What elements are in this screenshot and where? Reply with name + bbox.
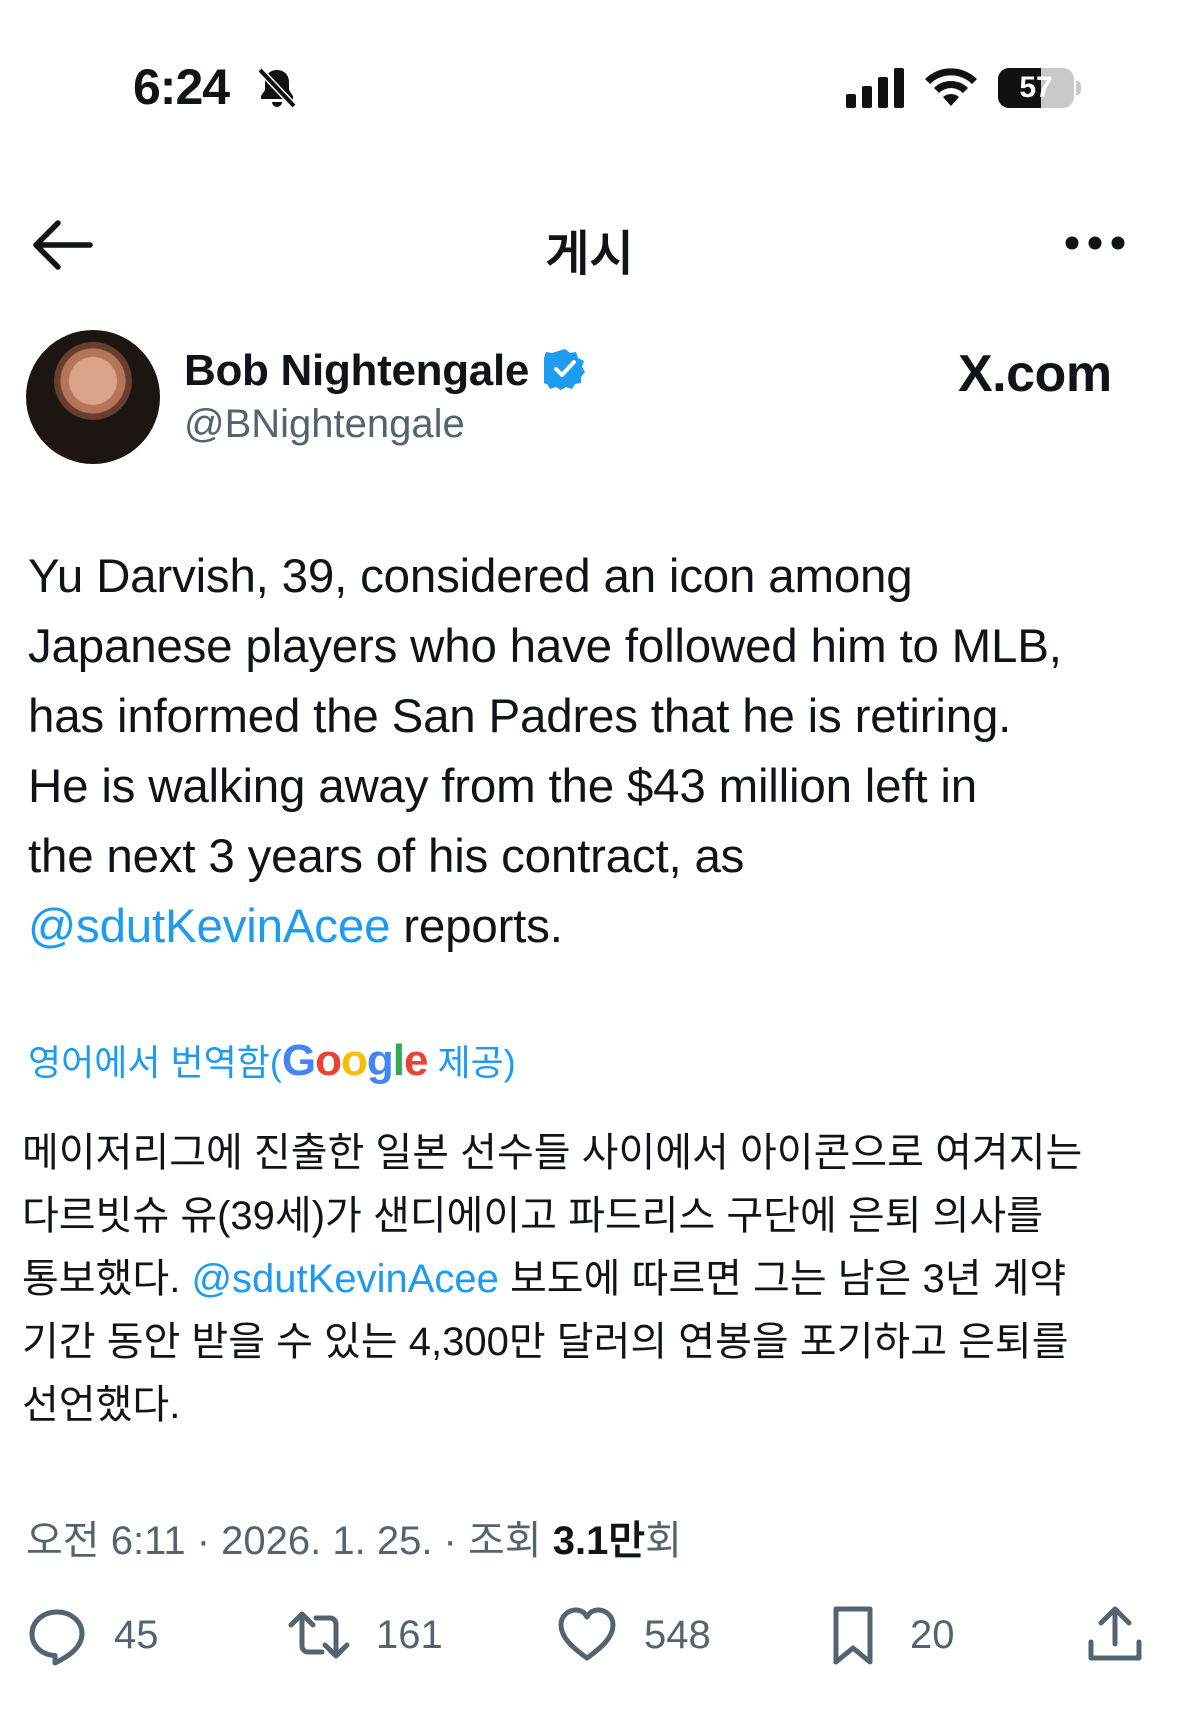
bookmark-button[interactable]: 20 [822, 1602, 955, 1668]
tweet-line: He is walking away from the $43 million … [28, 760, 977, 813]
translation-label-prefix: 영어에서 번역함( [28, 1042, 282, 1083]
translated-line: 선언했다. [22, 1383, 181, 1427]
translated-line-prefix: 통보했다. [22, 1257, 192, 1301]
google-letter: g [366, 1036, 394, 1085]
google-letter: o [340, 1036, 368, 1085]
google-letter: G [281, 1036, 316, 1085]
source-label: X.com [958, 345, 1112, 403]
page-title: 게시 [545, 228, 634, 281]
tweet-line: has informed the San Padres that he is r… [28, 690, 1012, 743]
translated-line: 통보했다. @sdutKevinAcee 보도에 따르면 그는 남은 3년 계약 [22, 1248, 1162, 1311]
reply-count: 45 [114, 1612, 159, 1657]
cellular-signal-icon [846, 68, 904, 108]
status-time: 6:24 [133, 59, 230, 115]
google-logo: Google [281, 1036, 429, 1085]
like-count: 548 [644, 1612, 711, 1657]
tweet-text: Yu Darvish, 39, considered an icon among… [28, 542, 1158, 962]
mention-link[interactable]: @sdutKevinAcee [191, 1257, 498, 1301]
mention-link[interactable]: @sdutKevinAcee [28, 900, 390, 953]
google-letter: o [315, 1036, 342, 1085]
share-icon[interactable] [1084, 1604, 1146, 1666]
translation-label[interactable]: 영어에서 번역함(Google 제공) [28, 1034, 516, 1086]
translation-label-suffix: 제공) [427, 1042, 516, 1083]
repost-button[interactable]: 161 [288, 1602, 443, 1668]
google-letter: e [403, 1036, 429, 1085]
author-handle[interactable]: @BNightengale [184, 402, 465, 447]
tweet-line: @sdutKevinAcee reports. [28, 892, 1158, 962]
translated-line: 메이저리그에 진출한 일본 선수들 사이에서 아이콘으로 여겨지는 [22, 1131, 1083, 1175]
wifi-icon [925, 68, 977, 106]
translated-line-suffix: 보도에 따르면 그는 남은 3년 계약 [498, 1257, 1067, 1301]
tweet-line: Japanese players who have followed him t… [28, 620, 1062, 673]
bookmark-count: 20 [910, 1612, 955, 1657]
translated-text: 메이저리그에 진출한 일본 선수들 사이에서 아이콘으로 여겨지는 다르빗슈 유… [22, 1122, 1162, 1437]
bookmark-icon [833, 1606, 873, 1665]
battery-tip [1076, 81, 1081, 95]
view-count[interactable]: 3.1만 [553, 1519, 645, 1563]
like-button[interactable]: 548 [556, 1602, 711, 1668]
view-count-suffix: 회 [645, 1519, 682, 1563]
reply-icon [29, 1609, 85, 1666]
google-letter: l [392, 1036, 405, 1085]
repost-icon [288, 1611, 350, 1659]
heart-icon [558, 1607, 616, 1661]
tweet-line: the next 3 years of his contract, as [28, 830, 745, 883]
battery-percentage: 57 [1019, 71, 1053, 104]
verified-badge-icon [544, 349, 585, 390]
repost-count: 161 [376, 1612, 443, 1657]
avatar[interactable] [26, 330, 160, 464]
tweet-line: Yu Darvish, 39, considered an icon among [28, 550, 913, 603]
reply-button[interactable]: 45 [26, 1602, 159, 1668]
post-timestamp: 오전 6:11 · 2026. 1. 25. · 조회 [26, 1519, 553, 1563]
more-options-icon[interactable] [1064, 228, 1126, 258]
tweet-line-suffix: reports. [390, 900, 563, 953]
translated-line: 다르빗슈 유(39세)가 샌디에이고 파드리스 구단에 은퇴 의사를 [22, 1194, 1044, 1238]
bell-slash-icon [257, 67, 297, 109]
battery-indicator: 57 [998, 68, 1082, 108]
post-meta: 오전 6:11 · 2026. 1. 25. · 조회 3.1만회 [26, 1508, 682, 1566]
translated-line: 기간 동안 받을 수 있는 4,300만 달러의 연봉을 포기하고 은퇴를 [22, 1320, 1069, 1364]
author-name[interactable]: Bob Nightengale [184, 346, 529, 396]
